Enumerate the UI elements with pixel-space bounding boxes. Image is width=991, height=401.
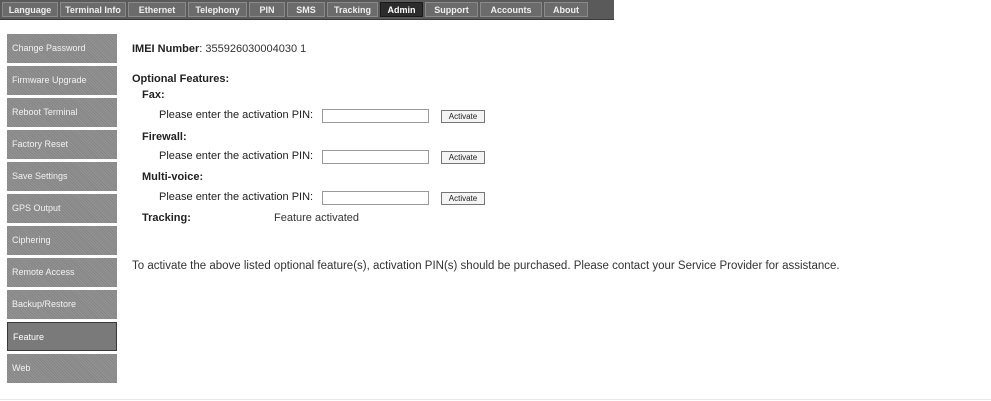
sidebar-item-factory-reset[interactable]: Factory Reset bbox=[7, 130, 117, 159]
sidebar-item-change-password[interactable]: Change Password bbox=[7, 34, 117, 63]
multi-voice-pin-input[interactable] bbox=[322, 191, 429, 205]
firewall-pin-input[interactable] bbox=[322, 150, 429, 164]
tab-support[interactable]: Support bbox=[425, 2, 478, 17]
feature-panel: IMEI Number: 355926030004030 1 Optional … bbox=[132, 43, 982, 383]
activation-notice: To activate the above listed optional fe… bbox=[132, 260, 840, 272]
sidebar-item-reboot-terminal[interactable]: Reboot Terminal bbox=[7, 98, 117, 127]
tracking-status: Feature activated bbox=[274, 212, 359, 224]
imei-row: IMEI Number: 355926030004030 1 bbox=[132, 43, 306, 55]
imei-colon: : bbox=[199, 43, 203, 55]
feature-multi-voice-prompt: Please enter the activation PIN: bbox=[159, 191, 314, 203]
tab-pin[interactable]: PIN bbox=[249, 2, 285, 17]
sidebar-item-firmware-upgrade[interactable]: Firmware Upgrade bbox=[7, 66, 117, 95]
feature-firewall-label: Firewall: bbox=[142, 131, 187, 143]
feature-multi-voice-label: Multi-voice: bbox=[142, 171, 204, 183]
imei-label: IMEI Number bbox=[132, 43, 200, 55]
tab-ethernet[interactable]: Ethernet bbox=[128, 2, 186, 17]
sidebar-item-ciphering[interactable]: Ciphering bbox=[7, 226, 117, 255]
feature-firewall-prompt: Please enter the activation PIN: bbox=[159, 150, 314, 162]
imei-value: 355926030004030 1 bbox=[205, 43, 307, 55]
tab-tracking[interactable]: Tracking bbox=[327, 2, 378, 17]
tab-admin[interactable]: Admin bbox=[380, 2, 423, 17]
multi-voice-activate-button[interactable]: Activate bbox=[441, 192, 485, 205]
sidebar-item-web[interactable]: Web bbox=[7, 354, 117, 383]
sidebar-item-feature[interactable]: Feature bbox=[7, 322, 117, 351]
sidebar-item-save-settings[interactable]: Save Settings bbox=[7, 162, 117, 191]
feature-fax-label: Fax: bbox=[142, 89, 165, 101]
feature-fax-prompt: Please enter the activation PIN: bbox=[159, 109, 314, 121]
sidebar-item-backup-restore[interactable]: Backup/Restore bbox=[7, 290, 117, 319]
firewall-activate-button[interactable]: Activate bbox=[441, 151, 485, 164]
tab-language[interactable]: Language bbox=[2, 2, 58, 17]
tab-terminal-info[interactable]: Terminal Info bbox=[60, 2, 126, 17]
top-navigation: Language Terminal Info Ethernet Telephon… bbox=[0, 0, 991, 22]
optional-features-heading: Optional Features: bbox=[132, 73, 230, 85]
admin-sidebar: Change Password Firmware Upgrade Reboot … bbox=[7, 34, 117, 401]
tab-about[interactable]: About bbox=[544, 2, 588, 17]
bottom-divider bbox=[0, 399, 991, 400]
fax-activate-button[interactable]: Activate bbox=[441, 110, 485, 123]
tab-telephony[interactable]: Telephony bbox=[188, 2, 247, 17]
tab-accounts[interactable]: Accounts bbox=[480, 2, 542, 17]
top-nav-strip: Language Terminal Info Ethernet Telephon… bbox=[0, 0, 614, 20]
feature-tracking-label: Tracking: bbox=[142, 212, 191, 224]
sidebar-item-remote-access[interactable]: Remote Access bbox=[7, 258, 117, 287]
fax-pin-input[interactable] bbox=[322, 109, 429, 123]
tab-sms[interactable]: SMS bbox=[287, 2, 325, 17]
sidebar-item-gps-output[interactable]: GPS Output bbox=[7, 194, 117, 223]
